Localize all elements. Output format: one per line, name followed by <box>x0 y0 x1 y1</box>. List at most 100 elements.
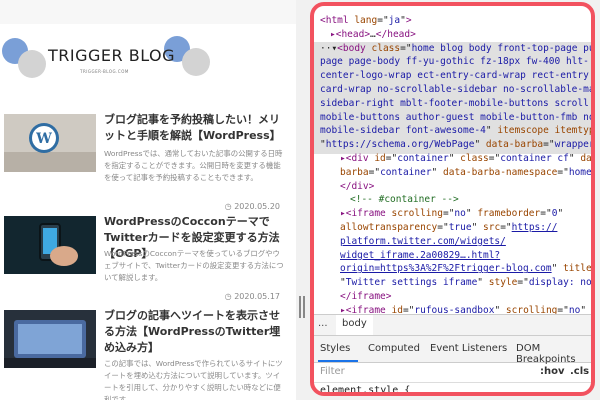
dom-node-line[interactable]: sidebar-right mblt-footer-mobile-buttons… <box>320 97 591 111</box>
dom-node-line[interactable]: "https://schema.org/WebPage" data-barba=… <box>320 138 591 152</box>
code-token: </div> <box>340 180 375 192</box>
clock-icon: ◷ <box>224 292 235 301</box>
code-token: lang <box>354 15 378 26</box>
dom-node-line[interactable]: <html lang="ja"> <box>320 14 591 28</box>
post-desc: WordPressのCocconテーマを使っているブログやウェブサイトで、Twi… <box>104 249 284 282</box>
post-item[interactable]: W ブログ記事を予約投稿したい！メリットと手順を解説【WordPress】 Wo… <box>0 110 296 210</box>
element-style-rule[interactable]: element.style { <box>320 385 410 392</box>
code-token: widget_iframe.2a00829….html? <box>340 249 501 261</box>
code-token: <!-- #container --> <box>350 194 459 206</box>
code-token: true <box>448 222 472 233</box>
dom-node-line[interactable]: ▸<div id="container" class="container cf… <box>340 152 591 166</box>
code-token: class <box>371 42 401 54</box>
dom-node-line[interactable]: </div> <box>340 180 591 194</box>
code-token: " <box>580 304 587 314</box>
code-token: ▸<iframe <box>340 304 392 314</box>
code-token: =" <box>437 222 449 233</box>
code-token: barba <box>340 166 369 178</box>
logo-circle-gray-right <box>182 48 210 76</box>
filter-row: Filter :hov .cls <box>314 362 591 383</box>
post-item[interactable]: ブログの記事へツイートを表示させる方法【WordPressのTwitter埋め込… <box>0 308 296 400</box>
dom-node-line[interactable]: ▸<iframe id="rufous-sandbox" scrolling="… <box>340 304 591 314</box>
dom-node-line[interactable]: platform.twitter.com/widgets/ <box>340 235 591 249</box>
pane-resize-handle[interactable] <box>303 296 305 318</box>
code-token: id <box>391 304 403 314</box>
code-token: data-barba <box>485 139 544 151</box>
dom-node-line[interactable]: ▸<iframe scrolling="no" frameborder="0" <box>340 207 591 221</box>
code-token: display: none <box>528 277 591 289</box>
code-token: ··▾ <box>320 42 338 54</box>
tab-event-listeners[interactable]: Event Listeners <box>430 343 507 354</box>
post-thumbnail[interactable] <box>4 216 96 274</box>
code-token: title <box>563 263 591 275</box>
style-rule: element.style { <box>314 383 591 392</box>
code-token: scrolling <box>391 208 443 220</box>
code-token: =" <box>385 153 398 164</box>
dom-node-line[interactable]: card-wrap no-scrollable-sidebar no-scrol… <box>320 83 591 97</box>
code-token: ▸<head> <box>330 28 371 40</box>
code-token: container <box>380 166 432 178</box>
tab-styles[interactable]: Styles <box>320 343 350 354</box>
post-title[interactable]: ブログの記事へツイートを表示させる方法【WordPressのTwitter埋め込… <box>104 308 288 356</box>
breadcrumb-body[interactable]: body <box>336 315 373 335</box>
post-title[interactable]: ブログ記事を予約投稿したい！メリットと手順を解説【WordPress】 <box>104 112 288 144</box>
post-item[interactable]: WordPressのCocconテーマでTwitterカードを設定変更する方法【… <box>0 215 296 296</box>
tab-computed[interactable]: Computed <box>368 343 420 354</box>
code-token: no <box>454 208 466 220</box>
code-token: </head> <box>375 28 416 40</box>
code-token: mobile-buttons author-guest mobile-butto… <box>320 111 591 123</box>
blog-top-strip <box>0 0 296 25</box>
blog-logo-text[interactable]: TRIGGER BLOG <box>48 46 175 65</box>
post-thumbnail[interactable] <box>4 310 96 368</box>
code-token: <html <box>320 15 355 26</box>
code-token: ▸<div <box>340 153 375 164</box>
post-thumbnail[interactable]: W <box>4 114 96 172</box>
filter-input[interactable]: Filter <box>320 366 345 377</box>
code-token: =" <box>557 304 569 314</box>
code-token: <body <box>337 42 372 54</box>
code-token: scrolling <box>505 304 558 314</box>
code-token: =" <box>442 208 455 220</box>
code-token: " <box>471 222 484 233</box>
code-token: </iframe> <box>340 291 392 302</box>
code-token: itemscope itemtyp <box>497 125 591 137</box>
styles-tabbar: Styles Computed Event Listeners DOM Brea… <box>314 335 591 365</box>
dom-node-line[interactable]: origin=https%3A%2F%2Ftrigger-blog.com" t… <box>340 262 591 276</box>
code-token: " <box>551 263 564 275</box>
svg-text:W: W <box>35 131 52 147</box>
code-token: =" <box>488 153 501 164</box>
code-token: =" <box>402 304 415 314</box>
code-token: =" <box>368 166 381 178</box>
class-toggle[interactable]: .cls <box>570 366 589 377</box>
dom-node-line[interactable]: barba="container" data-barba-namespace="… <box>340 166 591 180</box>
code-token: https://schema.org/WebPage <box>325 139 475 151</box>
dom-node-line[interactable]: ▸<head>…</head> <box>330 28 591 42</box>
blog-header[interactable]: TRIGGER BLOG TRIGGER-BLOG.COM <box>0 24 296 94</box>
code-token: ja <box>388 15 401 26</box>
clock-icon: ◷ <box>224 202 235 211</box>
dom-node-line[interactable]: center-logo-wrap ect-entry-card-wrap rec… <box>320 69 591 83</box>
elements-tree[interactable]: <html lang="ja"> ▸<head>…</head> ··▾<body … <box>314 6 591 314</box>
hover-toggle[interactable]: :hov <box>540 366 565 377</box>
dom-node-line[interactable]: page page-body ff-yu-gothic fz-18px fw-4… <box>320 55 591 69</box>
pane-resize-handle[interactable] <box>299 296 301 318</box>
dom-node-line[interactable]: widget_iframe.2a00829….html? <box>340 249 591 263</box>
code-token: wrapper <box>554 139 591 151</box>
dom-node-line[interactable]: allowtransparency="true" src="https:// <box>340 221 591 235</box>
post-desc: WordPressでは、通常しておいた記事の公開する日時を指定することができます… <box>104 149 283 182</box>
dom-node-line[interactable]: ··▾<body class="home blog body front-top… <box>320 42 591 56</box>
breadcrumb-ellipsis[interactable]: ... <box>318 318 328 329</box>
code-token: Twitter settings iframe <box>345 277 478 289</box>
post-desc: この記事では、WordPressで作られているサイトにツイートを埋め込む方法につ… <box>104 359 283 400</box>
dom-node-line[interactable]: "Twitter settings iframe" style="display… <box>340 276 591 290</box>
code-token: https:// <box>511 222 558 233</box>
dom-node-line[interactable]: mobile-sidebar font-awesome-4" itemscope… <box>320 124 591 138</box>
breadcrumb: ... body <box>314 314 591 335</box>
code-token: =" <box>540 208 552 220</box>
code-token: allowtransparency <box>340 222 438 233</box>
dom-node-line[interactable]: </iframe> <box>340 290 591 304</box>
dom-node-line[interactable]: mobile-buttons author-guest mobile-butto… <box>320 111 591 125</box>
code-token: rufous-sandbox <box>414 304 495 314</box>
code-token: " <box>477 277 489 289</box>
dom-node-line[interactable]: <!-- #container --> <box>350 193 591 207</box>
